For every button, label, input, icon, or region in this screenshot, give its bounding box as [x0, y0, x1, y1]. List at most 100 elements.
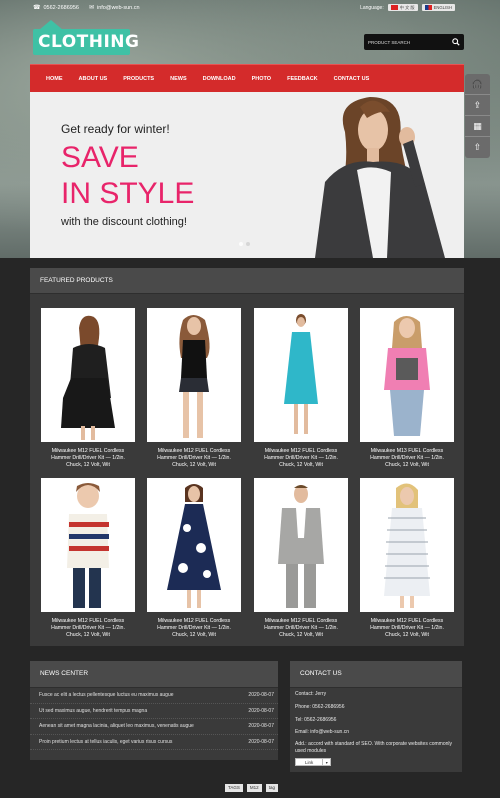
news-item[interactable]: Ut sed maximus augue, hendrerit tempus m…: [30, 704, 278, 719]
language-switcher: Language: 中 文 版 ENGLISH: [360, 4, 455, 11]
share-icon[interactable]: ⇪: [465, 95, 490, 116]
news-item-date: 2020-08-07: [248, 723, 274, 730]
news-list: Fusce ac elit a lectus pellentesque luct…: [30, 688, 278, 750]
nav-photo[interactable]: PHOTO: [244, 65, 279, 93]
product-image[interactable]: [41, 478, 135, 612]
links-dropdown[interactable]: Link ▾: [295, 758, 332, 767]
slider-dot-1[interactable]: [239, 242, 243, 246]
links-dropdown-label: Link: [305, 760, 314, 766]
main-nav: HOME ABOUT US PRODUCTS NEWS DOWNLOAD PHO…: [30, 64, 464, 92]
mail-icon: ✉: [88, 5, 94, 11]
top-email-text: info@web-sun.cn: [97, 5, 140, 11]
product-card[interactable]: Milwaukee M12 FUEL Cordless Hammer Drill…: [360, 478, 454, 639]
contact-phone: Phone: 0562-2686956: [295, 703, 345, 710]
search-input[interactable]: PRODUCT SEARCH: [364, 40, 448, 45]
contact-info: Contact: Jerry Phone: 0562-2686956 Tel: …: [290, 688, 462, 767]
chevron-down-icon: ▾: [322, 759, 330, 766]
news-title: NEWS CENTER: [40, 670, 89, 677]
news-item-title[interactable]: Aenean sit amet magna lacinia, aliquet l…: [39, 723, 194, 729]
featured-header: FEATURED PRODUCTS: [30, 268, 464, 294]
news-item-date: 2020-08-07: [248, 692, 274, 699]
product-card[interactable]: Milwaukee M12 FUEL Cordless Hammer Drill…: [147, 308, 241, 469]
lang-chinese[interactable]: 中 文 版: [387, 4, 418, 11]
product-image[interactable]: [254, 478, 348, 612]
contact-person: Contact: Jerry: [295, 691, 327, 697]
product-image[interactable]: [360, 308, 454, 442]
product-card[interactable]: Milwaukee M12 FUEL Cordless Hammer Drill…: [254, 478, 348, 639]
hero-headline: SAVE IN STYLE: [61, 140, 261, 212]
news-header: NEWS CENTER: [30, 661, 278, 688]
site-logo[interactable]: CLOTHING: [33, 20, 139, 56]
product-image[interactable]: [147, 308, 241, 442]
top-email[interactable]: ✉ info@web-sun.cn: [89, 3, 140, 13]
news-item[interactable]: Fusce ac elit a lectus pellentesque luct…: [30, 688, 278, 704]
slider-dot-2[interactable]: [246, 242, 250, 246]
nav-download[interactable]: DOWNLOAD: [195, 65, 244, 93]
product-card[interactable]: Milwaukee M12 FUEL Cordless Hammer Drill…: [147, 478, 241, 639]
product-caption[interactable]: Milwaukee M12 FUEL Cordless Hammer Drill…: [254, 448, 348, 469]
news-item-date: 2020-08-07: [248, 738, 274, 745]
news-item-title[interactable]: Proin pretium lectus at tellus iaculis, …: [39, 739, 172, 745]
product-caption[interactable]: Milwaukee M12 FUEL Cordless Hammer Drill…: [147, 448, 241, 469]
slider-dots: [239, 242, 250, 246]
side-toolbar: 🎧 ⇪ ▦ ⇧: [465, 74, 490, 158]
china-flag-icon: [390, 5, 398, 10]
hero-headline-2: IN STYLE: [61, 177, 195, 210]
news-item-title[interactable]: Fusce ac elit a lectus pellentesque luct…: [39, 692, 174, 698]
product-caption[interactable]: Milwaukee M13 FUEL Cordless Hammer Drill…: [360, 448, 454, 469]
product-card[interactable]: Milwaukee M12 FUEL Cordless Hammer Drill…: [254, 308, 348, 469]
news-item-date: 2020-08-07: [248, 707, 274, 714]
news-item[interactable]: Proin pretium lectus at tellus iaculis, …: [30, 735, 278, 750]
product-caption[interactable]: Milwaukee M12 FUEL Cordless Hammer Drill…: [41, 448, 135, 469]
search-icon[interactable]: [448, 34, 464, 50]
lang-chinese-label: 中 文 版: [399, 4, 415, 10]
nav-about-us[interactable]: ABOUT US: [71, 65, 116, 93]
contact-header: CONTACT US: [290, 661, 462, 688]
hero-line-3: with the discount clothing!: [61, 216, 187, 228]
hero-headline-1: SAVE: [61, 141, 139, 174]
footer-tag[interactable]: TAGS: [225, 784, 243, 792]
top-contact: ☎ 0562-2686956 ✉ info@web-sun.cn: [33, 3, 140, 13]
product-card[interactable]: Milwaukee M13 FUEL Cordless Hammer Drill…: [360, 308, 454, 469]
top-phone-text: 0562-2686956: [43, 5, 79, 11]
product-caption[interactable]: Milwaukee M12 FUEL Cordless Hammer Drill…: [147, 618, 241, 639]
product-search[interactable]: PRODUCT SEARCH: [364, 34, 464, 50]
product-caption[interactable]: Milwaukee M12 FUEL Cordless Hammer Drill…: [41, 618, 135, 639]
nav-products[interactable]: PRODUCTS: [115, 65, 162, 93]
top-bar: ☎ 0562-2686956 ✉ info@web-sun.cn Language:…: [33, 3, 463, 13]
product-image[interactable]: [147, 478, 241, 612]
top-phone: ☎ 0562-2686956: [33, 3, 79, 13]
product-image[interactable]: [41, 308, 135, 442]
product-image[interactable]: [254, 308, 348, 442]
nav-home[interactable]: HOME: [38, 65, 71, 93]
phone-icon: ☎: [33, 5, 41, 11]
footer-tags: TAGS M12 tag: [225, 784, 278, 792]
hero-banner[interactable]: Get ready for winter! SAVE IN STYLE with…: [30, 92, 464, 258]
product-card[interactable]: Milwaukee M12 FUEL Cordless Hammer Drill…: [41, 308, 135, 469]
uk-flag-icon: [424, 5, 432, 10]
product-card[interactable]: Milwaukee M12 FUEL Cordless Hammer Drill…: [41, 478, 135, 639]
footer-tag[interactable]: M12: [246, 784, 262, 792]
rocket-top-icon[interactable]: ⇧: [465, 137, 490, 158]
logo-text: CLOTHING: [33, 29, 139, 55]
contact-address: Add.: accord with standard of SEO. With …: [295, 741, 453, 755]
product-caption[interactable]: Milwaukee M12 FUEL Cordless Hammer Drill…: [360, 618, 454, 639]
lang-english-label: ENGLISH: [433, 5, 452, 10]
product-image[interactable]: [360, 478, 454, 612]
hero-line-1: Get ready for winter!: [61, 122, 170, 136]
nav-contact-us[interactable]: CONTACT US: [326, 65, 378, 93]
nav-feedback[interactable]: FEEDBACK: [279, 65, 326, 93]
nav-news[interactable]: NEWS: [162, 65, 195, 93]
hero-model-image: [275, 92, 464, 258]
footer-tag[interactable]: tag: [265, 784, 278, 792]
news-item-title[interactable]: Ut sed maximus augue, hendrerit tempus m…: [39, 708, 147, 714]
product-caption[interactable]: Milwaukee M12 FUEL Cordless Hammer Drill…: [254, 618, 348, 639]
lang-english[interactable]: ENGLISH: [421, 4, 455, 11]
featured-title: FEATURED PRODUCTS: [40, 277, 113, 284]
contact-title: CONTACT US: [300, 670, 342, 677]
contact-email[interactable]: Email: info@web-sun.cn: [295, 726, 462, 739]
qrcode-icon[interactable]: ▦: [465, 116, 490, 137]
news-item[interactable]: Aenean sit amet magna lacinia, aliquet l…: [30, 719, 278, 735]
contact-tel: Tel: 0562-2686956: [295, 716, 337, 723]
headset-icon[interactable]: 🎧: [465, 74, 490, 95]
